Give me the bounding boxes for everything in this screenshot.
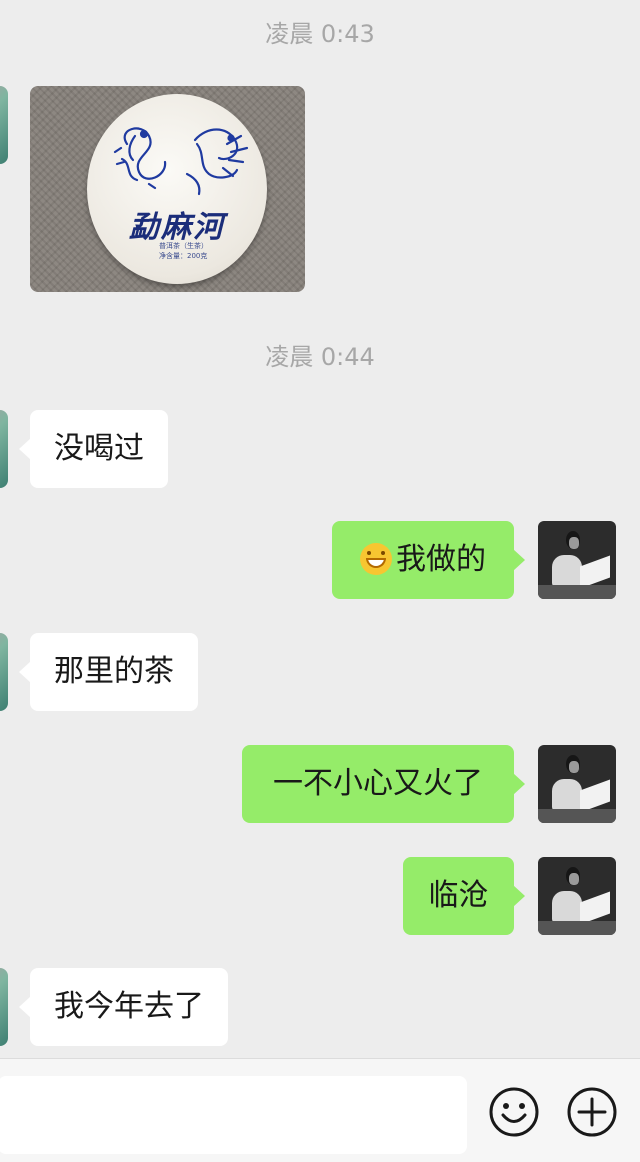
message-bubble-received[interactable]: 没喝过 — [19, 410, 168, 488]
avatar-shirt — [552, 891, 582, 923]
message-input[interactable] — [0, 1076, 467, 1154]
message-text: 我今年去了 — [54, 989, 204, 1024]
dragon-phoenix-art — [113, 127, 249, 196]
contact-avatar[interactable] — [0, 86, 8, 164]
avatar-book — [580, 891, 610, 925]
grin-emoji-icon — [360, 543, 392, 575]
contact-avatar[interactable] — [0, 633, 8, 711]
avatar-face — [569, 873, 579, 885]
message-bubble-sent[interactable]: 我做的 — [332, 521, 525, 599]
avatar-book — [580, 779, 610, 813]
avatar-shirt — [552, 779, 582, 811]
message-bubble-sent[interactable]: 临沧 — [403, 857, 525, 935]
contact-avatar[interactable] — [0, 410, 8, 488]
message-text: 没喝过 — [54, 431, 144, 466]
contact-avatar[interactable] — [0, 968, 8, 1046]
avatar-face — [569, 537, 579, 549]
timestamp: 凌晨 0:44 — [265, 343, 375, 371]
tea-cake-wrapper: 勐麻河 普洱茶（生茶） 净含量：200克 — [87, 94, 267, 284]
message-text: 临沧 — [428, 878, 489, 913]
input-bar — [0, 1058, 640, 1162]
tea-brand-title: 勐麻河 — [129, 210, 225, 245]
emoji-button[interactable] — [488, 1086, 540, 1138]
avatar-desk — [538, 809, 616, 823]
tea-label-line1: 普洱茶（生茶） — [159, 242, 208, 250]
message-bubble-received[interactable]: 我今年去了 — [19, 968, 228, 1046]
avatar-desk — [538, 585, 616, 599]
message-text: 那里的茶 — [54, 654, 174, 689]
avatar-shirt — [552, 555, 582, 587]
plus-circle-icon — [567, 1087, 617, 1137]
smiley-icon — [489, 1087, 539, 1137]
timestamp: 凌晨 0:43 — [265, 20, 375, 48]
my-avatar[interactable] — [538, 521, 616, 599]
image-message-tea-cake[interactable]: 勐麻河 普洱茶（生茶） 净含量：200克 — [30, 86, 305, 292]
avatar-face — [569, 761, 579, 773]
avatar-book — [580, 555, 610, 589]
my-avatar[interactable] — [538, 857, 616, 935]
chat-history[interactable]: 凌晨 0:43 勐麻河 普洱茶（生茶） 净含量：200克 凌晨 0:44 没喝过… — [0, 0, 640, 1058]
my-avatar[interactable] — [538, 745, 616, 823]
message-bubble-sent[interactable]: 一不小心又火了 — [242, 745, 525, 823]
more-button[interactable] — [566, 1086, 618, 1138]
avatar-desk — [538, 921, 616, 935]
message-text: 我做的 — [396, 542, 486, 577]
message-bubble-received[interactable]: 那里的茶 — [19, 633, 198, 711]
message-text: 一不小心又火了 — [273, 766, 483, 801]
tea-label-line2: 净含量：200克 — [159, 252, 208, 260]
